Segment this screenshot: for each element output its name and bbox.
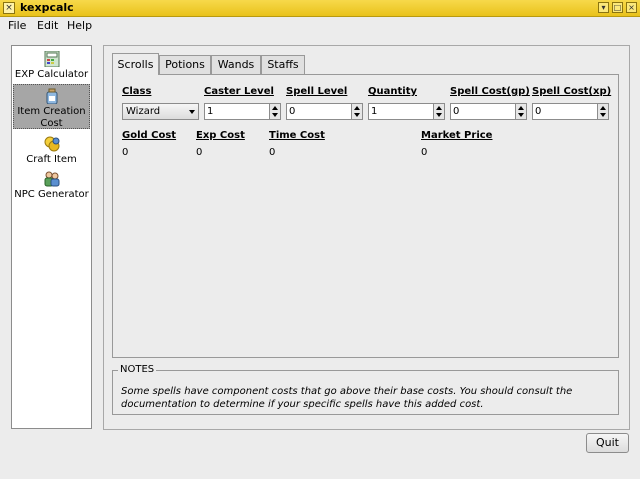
calculator-icon	[44, 51, 59, 67]
spell-cost-gp-spinbox[interactable]: 0	[450, 103, 527, 120]
app-icon[interactable]: ×	[3, 2, 15, 14]
caster-level-spinbox[interactable]: 1	[204, 103, 281, 120]
market-price-label: Market Price	[421, 130, 493, 141]
menu-help[interactable]: Help	[67, 19, 92, 32]
arrow-up-icon[interactable]	[518, 106, 524, 110]
sidebar-item-craft-item[interactable]: Craft Item	[13, 136, 90, 168]
notes-legend: NOTES	[118, 364, 157, 375]
tab-potions[interactable]: Potions	[159, 55, 211, 74]
sidebar-item-exp-calculator[interactable]: EXP Calculator	[13, 51, 90, 85]
window-title: kexpcalc	[20, 1, 74, 14]
notes-text: Some spells have component costs that go…	[121, 386, 573, 410]
people-icon	[44, 171, 59, 187]
spell-cost-gp-label: Spell Cost(gp)	[450, 86, 530, 97]
quit-button[interactable]: Quit	[586, 433, 629, 453]
spin-buttons[interactable]	[269, 104, 280, 119]
time-cost-label: Time Cost	[269, 130, 325, 141]
spell-cost-xp-label: Spell Cost(xp)	[532, 86, 612, 97]
gold-cost-label: Gold Cost	[122, 130, 177, 141]
menu-bar: File Edit Help	[0, 17, 640, 35]
jar-icon	[46, 88, 57, 104]
spell-cost-gp-value[interactable]: 0	[453, 105, 459, 119]
menu-edit[interactable]: Edit	[37, 19, 58, 32]
arrow-down-icon[interactable]	[436, 113, 442, 117]
spin-buttons[interactable]	[433, 104, 444, 119]
spell-cost-xp-value[interactable]: 0	[535, 105, 541, 119]
quantity-spinbox[interactable]: 1	[368, 103, 445, 120]
time-cost-value: 0	[269, 147, 276, 158]
class-label: Class	[122, 86, 152, 97]
arrow-down-icon[interactable]	[600, 113, 606, 117]
menu-file[interactable]: File	[8, 19, 26, 32]
maximize-icon[interactable]: □	[612, 2, 623, 13]
market-price-value: 0	[421, 147, 428, 158]
tab-staffs[interactable]: Staffs	[261, 55, 305, 74]
spin-buttons[interactable]	[515, 104, 526, 119]
spell-level-value[interactable]: 0	[289, 105, 295, 119]
arrow-up-icon[interactable]	[436, 106, 442, 110]
tab-wands[interactable]: Wands	[211, 55, 261, 74]
sidebar-item-item-creation-cost[interactable]: Item Creation Cost	[13, 84, 90, 129]
title-bar: × kexpcalc ▾ □ ×	[0, 0, 640, 17]
sidebar: EXP Calculator Item Creation Cost Craft …	[11, 45, 92, 429]
minimize-icon[interactable]: ▾	[598, 2, 609, 13]
spell-level-label: Spell Level	[286, 86, 348, 97]
arrow-down-icon[interactable]	[272, 113, 278, 117]
spin-buttons[interactable]	[597, 104, 608, 119]
spell-cost-xp-spinbox[interactable]: 0	[532, 103, 609, 120]
arrow-down-icon[interactable]	[354, 113, 360, 117]
exp-cost-value: 0	[196, 147, 203, 158]
tab-scrolls[interactable]: Scrolls	[112, 53, 159, 75]
coins-icon	[44, 136, 59, 152]
sidebar-item-label: Craft Item	[26, 154, 77, 165]
notes-group: NOTES Some spells have component costs t…	[112, 364, 619, 415]
quantity-value[interactable]: 1	[371, 105, 377, 119]
caster-level-value[interactable]: 1	[207, 105, 213, 119]
exp-cost-label: Exp Cost	[196, 130, 245, 141]
spell-level-spinbox[interactable]: 0	[286, 103, 363, 120]
arrow-up-icon[interactable]	[354, 106, 360, 110]
sidebar-item-label: Item Creation Cost	[17, 106, 86, 129]
caster-level-label: Caster Level	[204, 86, 274, 97]
class-select-value: Wizard	[126, 106, 161, 117]
class-select[interactable]: Wizard	[122, 103, 199, 120]
arrow-up-icon[interactable]	[272, 106, 278, 110]
gold-cost-value: 0	[122, 147, 129, 158]
sidebar-item-npc-generator[interactable]: NPC Generator	[13, 171, 90, 203]
sidebar-item-label: NPC Generator	[14, 189, 89, 200]
arrow-down-icon[interactable]	[518, 113, 524, 117]
arrow-up-icon[interactable]	[600, 106, 606, 110]
sidebar-item-label: EXP Calculator	[14, 69, 89, 80]
chevron-down-icon[interactable]	[189, 110, 195, 114]
quantity-label: Quantity	[368, 86, 417, 97]
spin-buttons[interactable]	[351, 104, 362, 119]
close-icon[interactable]: ×	[626, 2, 637, 13]
